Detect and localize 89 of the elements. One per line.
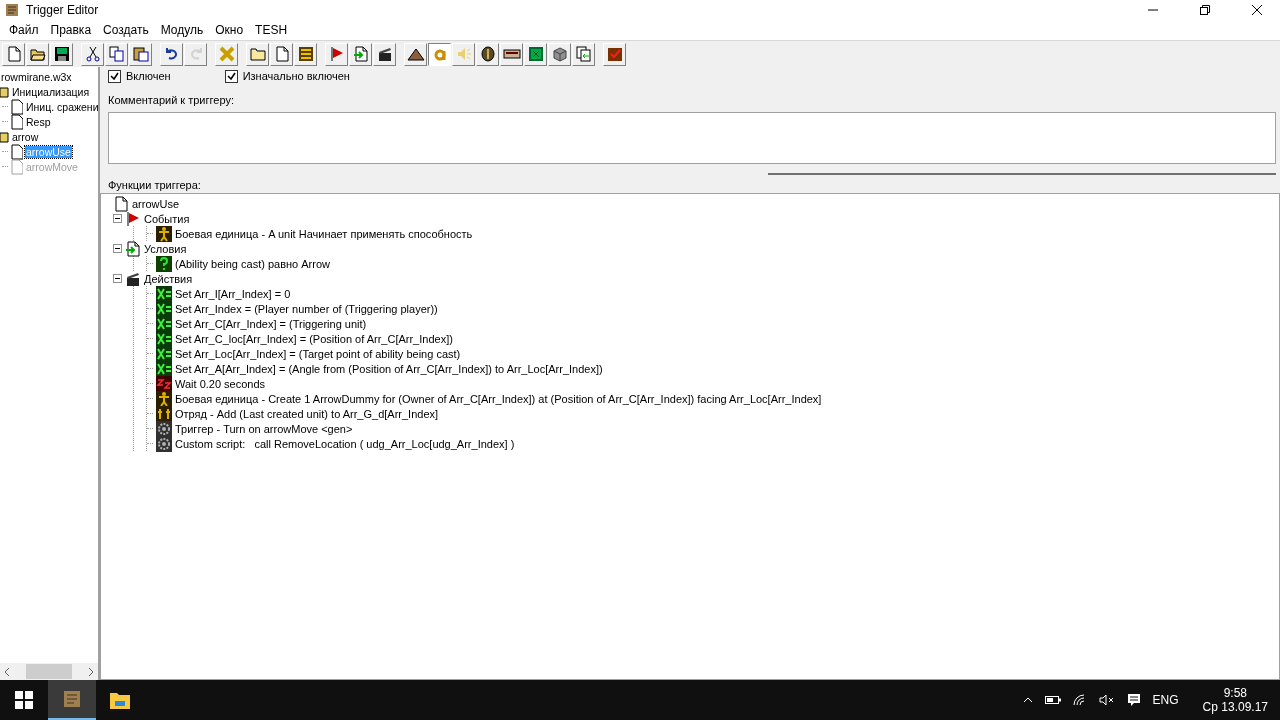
function-line[interactable]: Set Arr_Loc[Arr_Index] = (Target point of ability being cast)	[175, 347, 461, 360]
menu-item[interactable]: Создать	[97, 23, 155, 37]
x-mark-icon	[217, 46, 236, 62]
battery-icon	[1044, 695, 1061, 705]
clipboard-icon	[132, 46, 149, 62]
floppy-icon	[53, 46, 70, 62]
folder-icon	[109, 690, 131, 710]
function-line[interactable]: Set Arr_A[Arr_Index] = (Angle from (Position of Arr_C[Arr_Index]) to Arr_Loc[Arr_Index])	[175, 362, 603, 375]
function-line[interactable]: Set Arr_I[Arr_Index] = 0	[175, 287, 291, 300]
tree-item[interactable]: Иниц. сражени	[25, 100, 98, 113]
checkbox-label: Включен	[126, 70, 171, 82]
collapse-icon[interactable]	[113, 274, 122, 283]
function-line[interactable]: Custom script: call RemoveLocation ( udg_Arr_Loc[udg_Arr_Index] )	[175, 437, 515, 450]
menu-item[interactable]: Правка	[44, 23, 98, 37]
page-arrow-icon	[125, 240, 141, 257]
horizontal-scrollbar[interactable]	[0, 663, 98, 680]
checkbox-label: Изначально включен	[242, 70, 350, 82]
clock-time[interactable]: 9:58	[1223, 686, 1247, 700]
menu-item[interactable]: TESH	[249, 23, 294, 37]
pages-arrow-icon	[575, 46, 592, 62]
menu-item[interactable]: Файл	[3, 23, 45, 37]
list-lines-icon	[297, 46, 314, 62]
close-icon	[1252, 5, 1262, 15]
checkmark-icon	[110, 71, 119, 81]
collapse-icon[interactable]	[113, 244, 122, 253]
chevron-up-icon	[1022, 697, 1033, 703]
x-equals-icon	[156, 285, 172, 302]
folder-icon	[0, 85, 9, 98]
function-line[interactable]: Set Arr_C_loc[Arr_Index] = (Position of Arr_C[Arr_Index])	[175, 332, 453, 345]
function-line[interactable]: Set Arr_C[Arr_Index] = (Triggering unit)	[175, 317, 367, 330]
page-icon	[10, 143, 23, 160]
clock-date[interactable]: Ср 13.09.17	[1202, 700, 1268, 714]
copy-pages-icon	[108, 46, 125, 62]
checkmark-icon	[226, 71, 236, 81]
open-folder-icon	[29, 46, 46, 62]
scroll-right-icon	[88, 667, 94, 676]
restore-icon	[1200, 5, 1210, 15]
language-indicator[interactable]: ENG	[1152, 693, 1179, 707]
speaker-icon	[455, 46, 472, 62]
page-icon	[5, 46, 22, 62]
section-label[interactable]: События	[144, 212, 190, 225]
page-icon	[10, 98, 23, 115]
checkbox[interactable]	[224, 69, 238, 83]
mountain-icon	[406, 47, 425, 61]
section-label[interactable]: Условия	[144, 242, 187, 255]
window-title: Trigger Editor	[26, 3, 100, 17]
folder-icon	[0, 130, 9, 143]
checklist-icon	[606, 46, 623, 62]
wifi-icon	[1072, 694, 1087, 706]
comment-label: Комментарий к триггеру:	[108, 94, 235, 106]
menu-item[interactable]: Модуль	[154, 23, 210, 37]
speaker-muted-icon	[1098, 694, 1115, 706]
flag-icon	[125, 210, 141, 227]
page-icon	[10, 158, 23, 175]
map-file-name[interactable]: rowmirane.w3x	[0, 70, 73, 83]
clapper-icon	[125, 270, 141, 287]
cube-icon	[551, 46, 568, 62]
menu-item[interactable]: Окно	[209, 23, 250, 37]
clapper-icon	[376, 46, 393, 62]
page-icon	[273, 46, 290, 62]
function-line[interactable]: Боевая единица - A unit Начинает применять способность	[175, 227, 473, 240]
folder-icon	[249, 46, 266, 62]
page-arrow-icon	[352, 46, 369, 62]
tree-folder[interactable]: arrow	[11, 130, 40, 143]
question-mark-icon	[156, 255, 172, 272]
figure-icon	[156, 225, 172, 242]
function-line[interactable]: Отряд - Add (Last created unit) to Arr_G_d[Arr_Index]	[175, 407, 439, 420]
functions-label: Функции триггера:	[108, 179, 202, 191]
collapse-icon[interactable]	[113, 214, 122, 223]
scissors-icon	[84, 46, 101, 62]
panel-icon	[502, 47, 521, 61]
undo-arrow-icon	[163, 46, 180, 62]
trigger-name[interactable]: arrowUse	[132, 197, 180, 210]
tree-item[interactable]: Resp	[25, 115, 52, 128]
function-line[interactable]: Wait 0.20 seconds	[175, 377, 266, 390]
notification-icon	[1126, 693, 1141, 707]
section-label[interactable]: Действия	[144, 272, 193, 285]
flag-icon	[328, 46, 345, 62]
tree-folder[interactable]: Инициализация	[11, 85, 91, 98]
page-icon	[10, 113, 23, 130]
scroll-left-icon	[4, 667, 10, 676]
checkbox[interactable]	[108, 69, 121, 83]
function-line[interactable]: Боевая единица - Create 1 ArrowDummy for (Owner of Arr_C[Arr_Index]) at (Position of Arr_C[Arr_Index]) facing Arr_Loc[Arr_Index]	[175, 392, 822, 405]
function-line[interactable]: Триггер - Turn on arrowMove <gen>	[175, 422, 353, 435]
windows-logo-icon	[15, 691, 33, 709]
function-line[interactable]: Set Arr_Index = (Player number of (Triggering player))	[175, 302, 438, 315]
function-line[interactable]: (Ability being cast) равно Arrow	[175, 257, 330, 270]
comment-field[interactable]	[108, 112, 1276, 164]
taskbar-app[interactable]	[48, 680, 96, 720]
